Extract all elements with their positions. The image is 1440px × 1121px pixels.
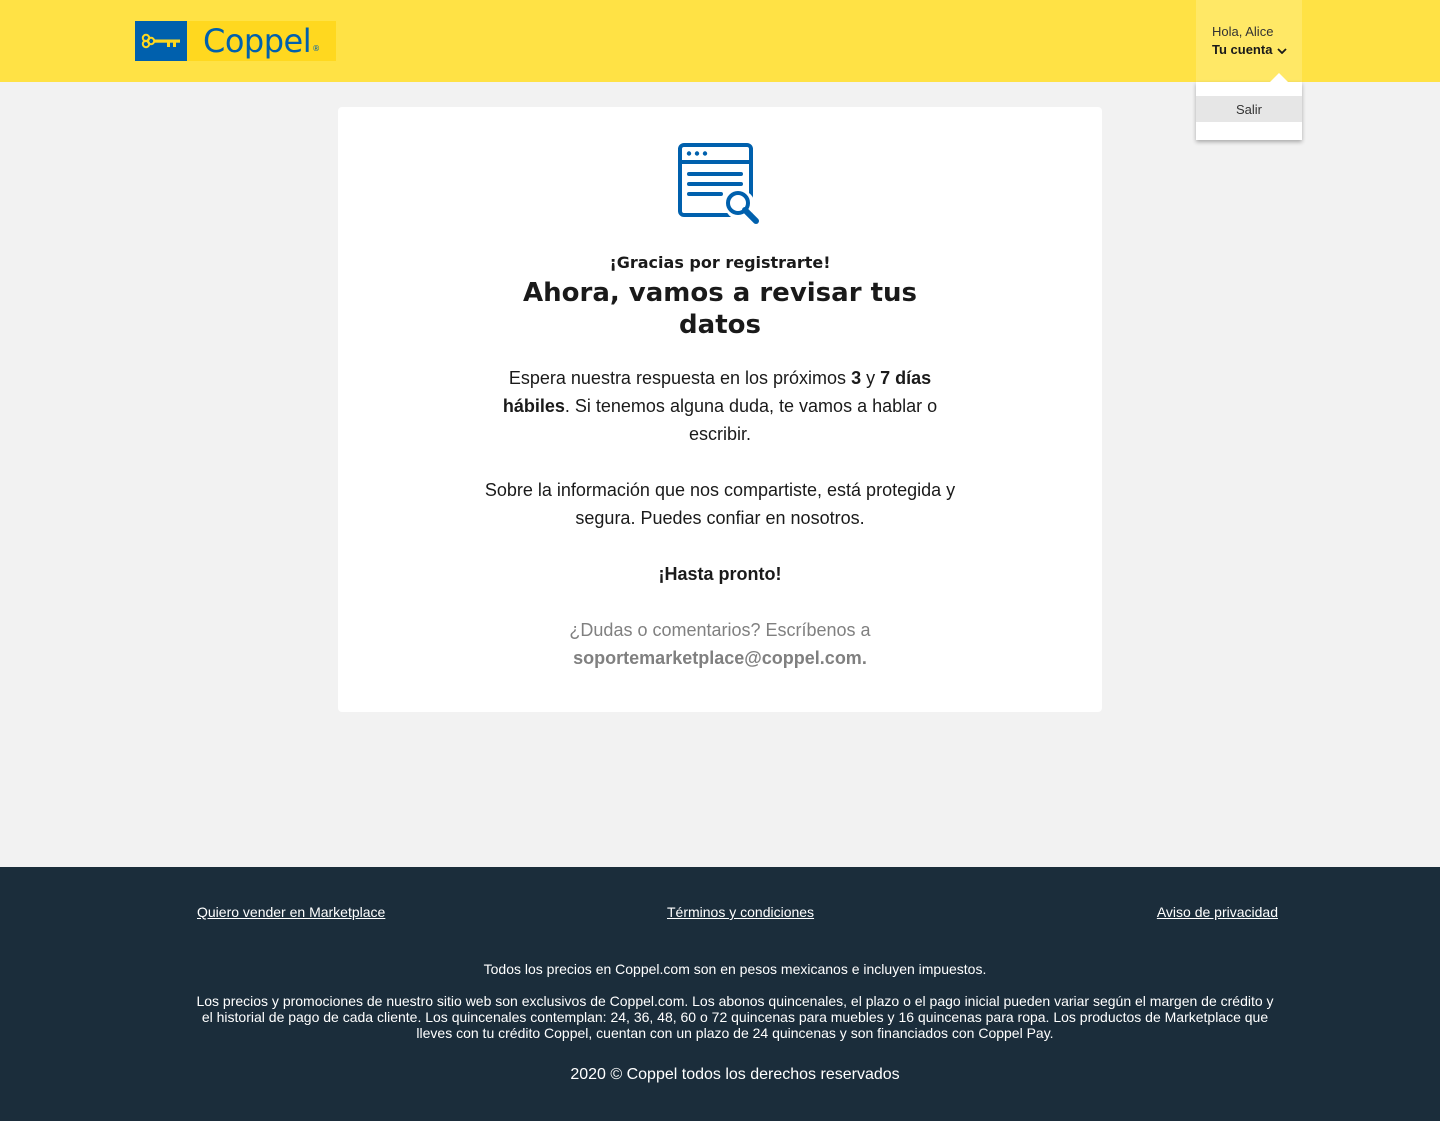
account-label: Tu cuenta bbox=[1212, 42, 1273, 57]
contact-text: ¿Dudas o comentarios? Escríbenos a sopor… bbox=[569, 620, 871, 668]
farewell-text: ¡Hasta pronto! bbox=[658, 564, 782, 584]
thanks-subtitle: ¡Gracias por registrarte! bbox=[609, 253, 831, 272]
footer-legal-text: Los precios y promociones de nuestro sit… bbox=[196, 993, 1274, 1041]
account-menu[interactable]: Hola, Alice Tu cuenta bbox=[1196, 0, 1302, 82]
coppel-logo[interactable]: Coppel ® bbox=[135, 21, 336, 61]
logo-wordmark: Coppel ® bbox=[187, 21, 336, 61]
account-dropdown: Salir bbox=[1196, 73, 1302, 140]
chevron-down-icon bbox=[1277, 48, 1288, 54]
footer-link-sell[interactable]: Quiero vender en Marketplace bbox=[197, 904, 385, 920]
footer-prices-note: Todos los precios en Coppel.com son en p… bbox=[483, 961, 987, 977]
support-email-link[interactable]: soportemarketplace@coppel.com. bbox=[573, 648, 867, 668]
confirmation-card: ¡Gracias por registrarte! Ahora, vamos a… bbox=[338, 107, 1102, 712]
top-header: Coppel ® Hola, Alice Tu cuenta bbox=[0, 0, 1440, 82]
logout-menu-item[interactable]: Salir bbox=[1196, 96, 1302, 122]
privacy-text: Sobre la información que nos compartiste… bbox=[484, 480, 956, 528]
footer-link-terms[interactable]: Términos y condiciones bbox=[667, 904, 814, 920]
key-icon bbox=[135, 21, 187, 61]
footer: Quiero vender en Marketplace Términos y … bbox=[0, 867, 1440, 1121]
page-title: Ahora, vamos a revisar tus datos bbox=[523, 278, 917, 340]
footer-copyright: 2020 © Coppel todos los derechos reserva… bbox=[570, 1066, 900, 1083]
account-toggle[interactable]: Tu cuenta bbox=[1212, 42, 1302, 57]
response-time-text: Espera nuestra respuesta en los próximos… bbox=[502, 368, 938, 444]
greeting-text: Hola, Alice bbox=[1212, 24, 1274, 39]
footer-link-privacy[interactable]: Aviso de privacidad bbox=[1157, 904, 1278, 920]
browser-search-icon bbox=[678, 143, 759, 224]
